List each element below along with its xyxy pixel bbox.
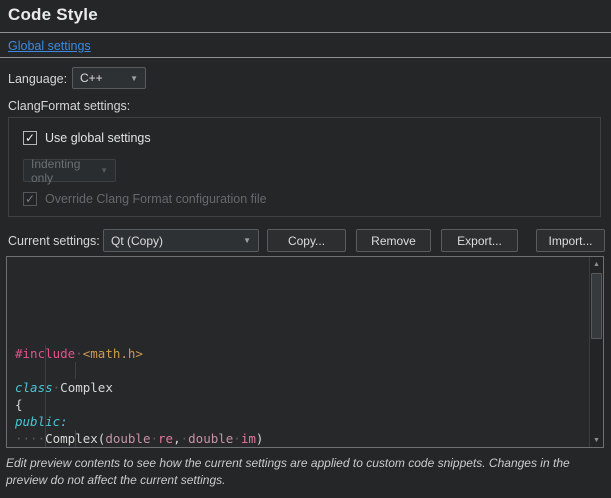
language-label: Language:: [8, 72, 67, 86]
clangformat-settings-label: ClangFormat settings:: [8, 99, 130, 113]
code-segment: class: [15, 380, 53, 395]
current-settings-select[interactable]: Qt (Copy) ▼: [103, 229, 259, 252]
preview-hint-text: Edit preview contents to see how the cur…: [6, 455, 605, 490]
code-line: public:: [15, 413, 589, 430]
scrollbar-down-button[interactable]: ▼: [590, 433, 603, 447]
export-button[interactable]: Export...: [441, 229, 518, 252]
import-button[interactable]: Import...: [536, 229, 605, 252]
code-segment: ·: [233, 431, 241, 446]
current-settings-value: Qt (Copy): [111, 234, 163, 248]
override-clang-format-checkbox: ✓ Override Clang Format configuration fi…: [23, 192, 267, 206]
code-preview-editor[interactable]: #include·<math.h>class·Complex{public:··…: [6, 256, 604, 448]
arrow-up-icon: ▲: [593, 261, 600, 268]
indent-guide: [75, 430, 76, 447]
code-segment: <math.h>: [83, 346, 143, 361]
checkbox-box: ✓: [23, 131, 37, 145]
chevron-down-icon: ▼: [100, 166, 108, 175]
code-segment: ,: [173, 431, 181, 446]
code-segment: ····: [15, 431, 45, 446]
code-line: {: [15, 396, 589, 413]
copy-button[interactable]: Copy...: [267, 229, 346, 252]
current-settings-label: Current settings:: [8, 234, 100, 248]
global-settings-link[interactable]: Global settings: [8, 39, 91, 53]
use-global-settings-label: Use global settings: [45, 131, 151, 145]
code-segment: double: [105, 431, 150, 446]
code-line: [15, 362, 589, 379]
code-segment: re: [158, 431, 173, 446]
chevron-down-icon: ▼: [243, 236, 251, 245]
separator: [0, 57, 611, 58]
language-select-value: C++: [80, 71, 103, 85]
code-segment: ·: [75, 346, 83, 361]
formatting-mode-value: Indenting only: [31, 157, 92, 185]
code-segment: ): [256, 431, 264, 446]
code-segment: {: [15, 397, 23, 412]
arrow-down-icon: ▼: [593, 437, 600, 444]
code-segment: double: [188, 431, 233, 446]
indent-guide: [75, 362, 76, 379]
use-global-settings-checkbox[interactable]: ✓ Use global settings: [23, 131, 151, 145]
language-select[interactable]: C++ ▼: [72, 67, 146, 89]
page-title: Code Style: [8, 5, 98, 25]
vertical-scrollbar[interactable]: ▲ ▼: [589, 257, 603, 447]
indent-guide: [45, 345, 46, 447]
code-line: ····Complex(double·re,·double·im): [15, 430, 589, 447]
code-line: ········:·_re(re),·_im(im): [15, 447, 589, 448]
code-segment: im: [241, 431, 256, 446]
checkmark-icon: ✓: [25, 132, 35, 144]
code-lines: #include·<math.h>class·Complex{public:··…: [7, 257, 589, 447]
formatting-mode-select: Indenting only ▼: [23, 159, 116, 182]
code-line: class·Complex: [15, 379, 589, 396]
chevron-down-icon: ▼: [130, 74, 138, 83]
scrollbar-thumb[interactable]: [591, 273, 602, 339]
override-clang-format-label: Override Clang Format configuration file: [45, 192, 267, 206]
remove-button[interactable]: Remove: [356, 229, 431, 252]
code-segment: Complex: [60, 380, 113, 395]
scrollbar-up-button[interactable]: ▲: [590, 257, 603, 271]
code-line: #include·<math.h>: [15, 345, 589, 362]
clangformat-group: ✓ Use global settings Indenting only ▼ ✓…: [8, 117, 601, 217]
code-segment: public:: [15, 414, 68, 429]
separator: [0, 32, 611, 33]
checkmark-icon: ✓: [25, 193, 35, 205]
code-segment: ·: [181, 431, 189, 446]
code-segment: ·: [150, 431, 158, 446]
checkbox-box: ✓: [23, 192, 37, 206]
